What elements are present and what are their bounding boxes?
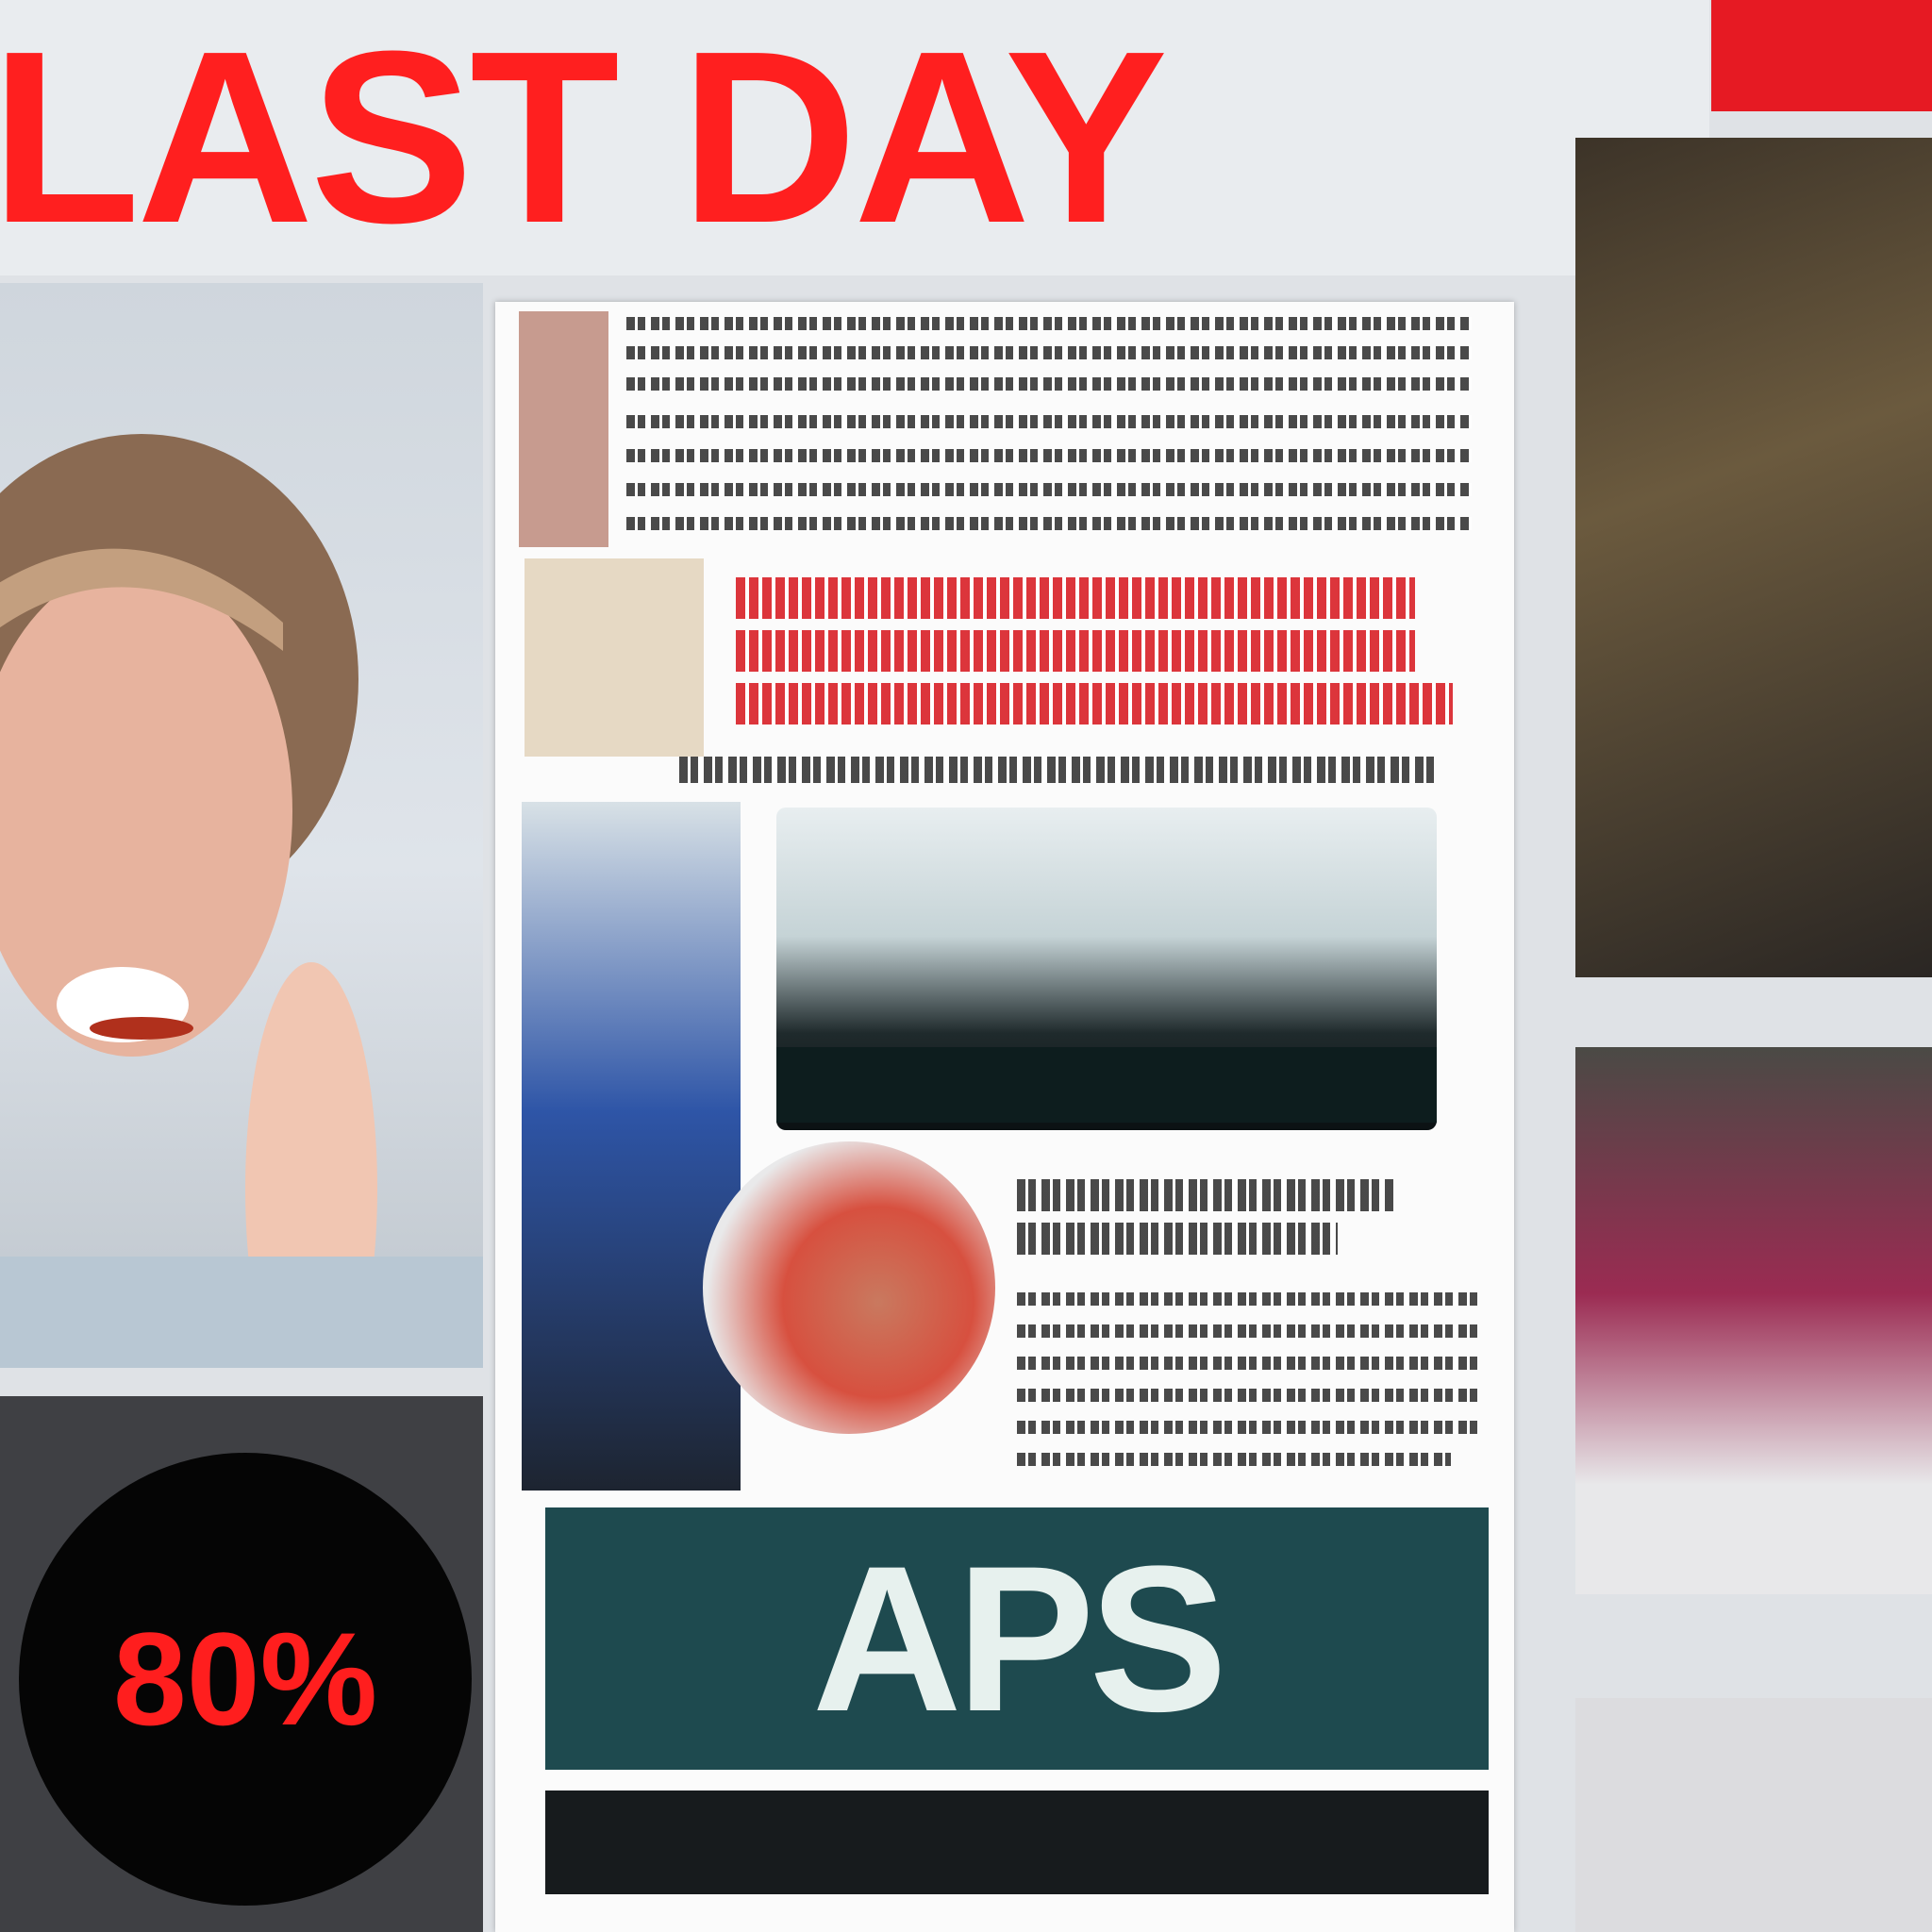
logo-text: APS: [811, 1522, 1227, 1755]
discount-text: 80%: [112, 1605, 378, 1753]
text-line: [626, 317, 1472, 330]
red-text-line: [736, 630, 1415, 672]
product-photo: [522, 802, 741, 1491]
headline-text: LAST DAY: [0, 1, 1168, 275]
red-text-line: [736, 683, 1453, 724]
text-line: [1017, 1453, 1451, 1466]
text-line: [626, 517, 1472, 530]
text-line: [626, 346, 1472, 359]
text-line: [1017, 1223, 1338, 1255]
face-photo: [0, 283, 483, 1257]
product-photo: [703, 1141, 995, 1434]
corner-badge: [1711, 0, 1932, 111]
ad-caption: [776, 1047, 1437, 1123]
product-photo: [1575, 1698, 1932, 1932]
text-line: [626, 415, 1472, 428]
text-line: [1017, 1389, 1479, 1402]
text-line: [626, 483, 1472, 496]
divider-strip: [0, 1257, 483, 1368]
product-photo: [519, 311, 608, 547]
text-line: [1017, 1179, 1394, 1211]
text-line: [626, 449, 1472, 462]
text-line: [1017, 1421, 1479, 1434]
text-line: [1017, 1357, 1479, 1370]
product-photo: [1575, 1047, 1932, 1594]
product-photo: [525, 558, 704, 757]
product-photo: [1575, 138, 1932, 977]
text-line: [626, 377, 1472, 391]
red-text-line: [736, 577, 1415, 619]
text-line: [1017, 1324, 1479, 1338]
text-line: [679, 757, 1434, 783]
footer-bar: [545, 1790, 1489, 1894]
text-line: [1017, 1292, 1479, 1306]
